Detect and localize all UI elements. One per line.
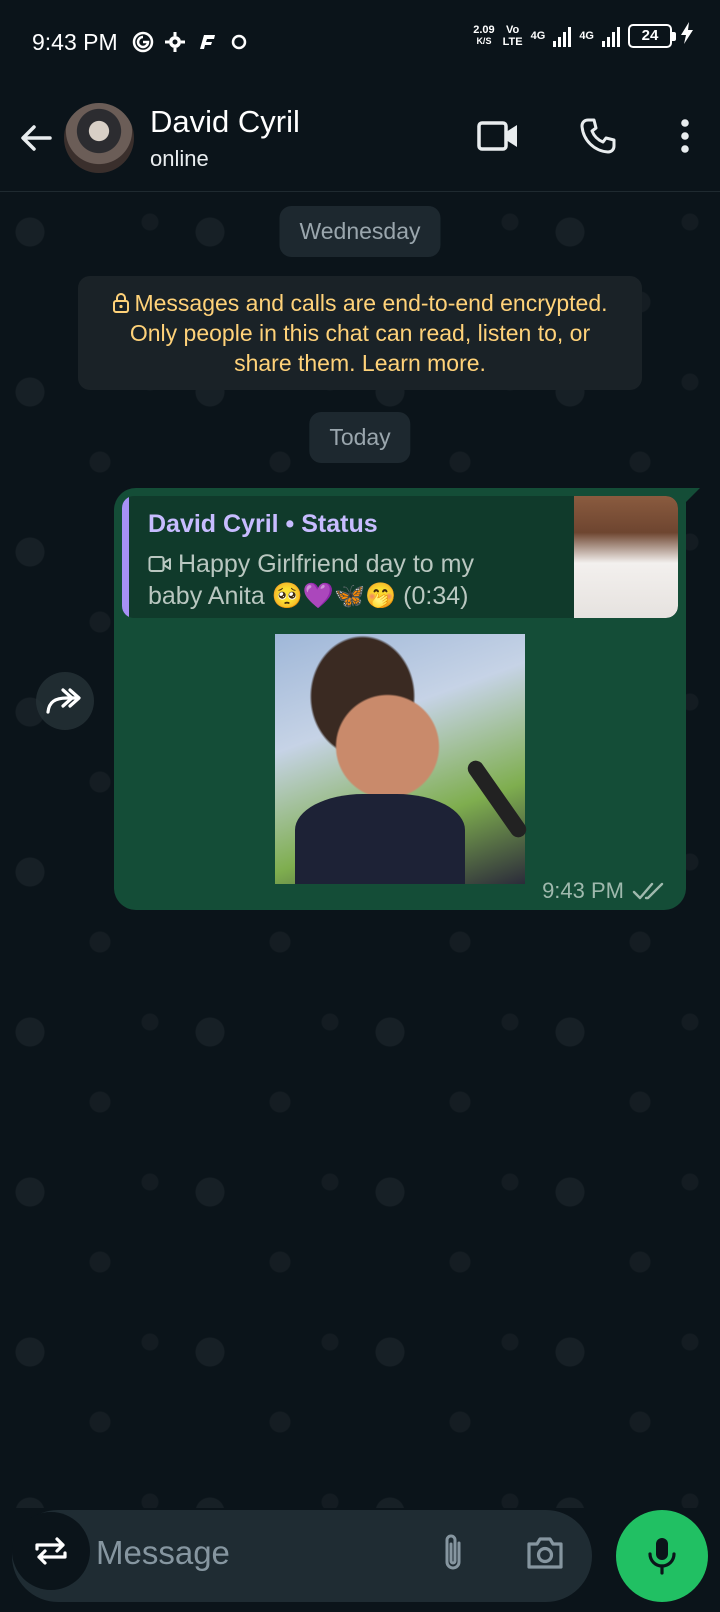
- battery-level: 24: [641, 27, 659, 44]
- camera-icon: [527, 1537, 563, 1569]
- chat-header: David Cyril online: [0, 84, 720, 192]
- message-time: 9:43 PM: [542, 878, 624, 903]
- sticker-image[interactable]: [275, 634, 530, 884]
- sticker-microphone: [464, 757, 530, 841]
- camera-button[interactable]: [520, 1528, 570, 1578]
- header-actions: [470, 108, 700, 164]
- network-speed: 2.09 K/S: [473, 23, 495, 47]
- mic-icon: [648, 1538, 676, 1575]
- attach-icon: [445, 1534, 461, 1570]
- date-pill-today: Today: [309, 412, 411, 463]
- quote-text: Happy Girlfriend day to my baby Anita 🥺💜…: [148, 550, 474, 610]
- encryption-text: Messages and calls are end-to-end encryp…: [129, 290, 608, 376]
- signal-strength-icon: [553, 25, 572, 47]
- back-button[interactable]: [6, 108, 66, 168]
- video-icon: [148, 556, 171, 572]
- message-meta: 9:43 PM: [542, 878, 666, 904]
- video-call-icon: [477, 121, 517, 151]
- contact-status: online: [150, 145, 209, 171]
- encryption-notice[interactable]: Messages and calls are end-to-end encryp…: [78, 276, 642, 390]
- quote-text-row: Happy Girlfriend day to my baby Anita 🥺💜…: [148, 548, 528, 612]
- phone-icon: [580, 118, 616, 154]
- network-type-1: 4G: [530, 29, 546, 42]
- status-bar: 9:43 PM 2.09 K/S Vo LTE 4G 4G 24: [0, 0, 720, 84]
- contact-avatar[interactable]: [64, 102, 134, 173]
- speed-value: 2.09: [473, 23, 495, 36]
- video-call-button[interactable]: [470, 108, 526, 164]
- volte-indicator: Vo LTE: [503, 24, 523, 48]
- network-type-2: 4G: [579, 29, 594, 42]
- sticker-shirt: [295, 794, 465, 884]
- swap-icon: [35, 1537, 67, 1565]
- settings-gear-icon: [164, 31, 186, 53]
- volte-bottom: LTE: [502, 35, 523, 48]
- lock-icon: [113, 293, 130, 313]
- speed-unit: K/S: [476, 35, 492, 46]
- voice-message-button[interactable]: [616, 1510, 708, 1602]
- message-input[interactable]: [96, 1528, 396, 1578]
- status-time: 9:43 PM: [32, 28, 118, 55]
- contact-name: David Cyril: [150, 103, 300, 139]
- volte-top: Vo: [506, 23, 520, 36]
- swap-button[interactable]: [12, 1512, 90, 1590]
- attach-button[interactable]: [428, 1528, 478, 1578]
- forward-button[interactable]: [36, 672, 94, 730]
- system-indicators: 2.09 K/S Vo LTE 4G 4G 24: [473, 22, 694, 49]
- more-options-button[interactable]: [670, 108, 700, 164]
- sync-icon: [228, 31, 250, 53]
- voice-call-button[interactable]: [570, 108, 626, 164]
- forward-icon: [46, 688, 81, 714]
- status-thumbnail: [574, 496, 678, 618]
- more-vert-icon: [681, 119, 689, 153]
- quote-accent-bar: [122, 496, 129, 618]
- battery-icon: 24: [628, 23, 676, 48]
- signal-strength-icon-2: [602, 25, 620, 47]
- date-pill-wednesday: Wednesday: [279, 206, 441, 257]
- message-composer: [12, 1510, 592, 1602]
- double-check-icon: [632, 882, 664, 900]
- quote-title: David Cyril • Status: [148, 510, 378, 538]
- app-f-icon: [196, 31, 218, 53]
- quoted-status-reply[interactable]: David Cyril • Status Happy Girlfriend da…: [122, 496, 678, 618]
- contact-info[interactable]: David Cyril online: [150, 104, 300, 172]
- app-notification-icon: [132, 31, 154, 53]
- charging-icon: [680, 22, 694, 49]
- notification-icons: [132, 31, 250, 53]
- message-bubble-outgoing[interactable]: David Cyril • Status Happy Girlfriend da…: [114, 488, 700, 910]
- back-arrow-icon: [21, 124, 52, 151]
- chat-area[interactable]: Wednesday Messages and calls are end-to-…: [0, 192, 720, 1508]
